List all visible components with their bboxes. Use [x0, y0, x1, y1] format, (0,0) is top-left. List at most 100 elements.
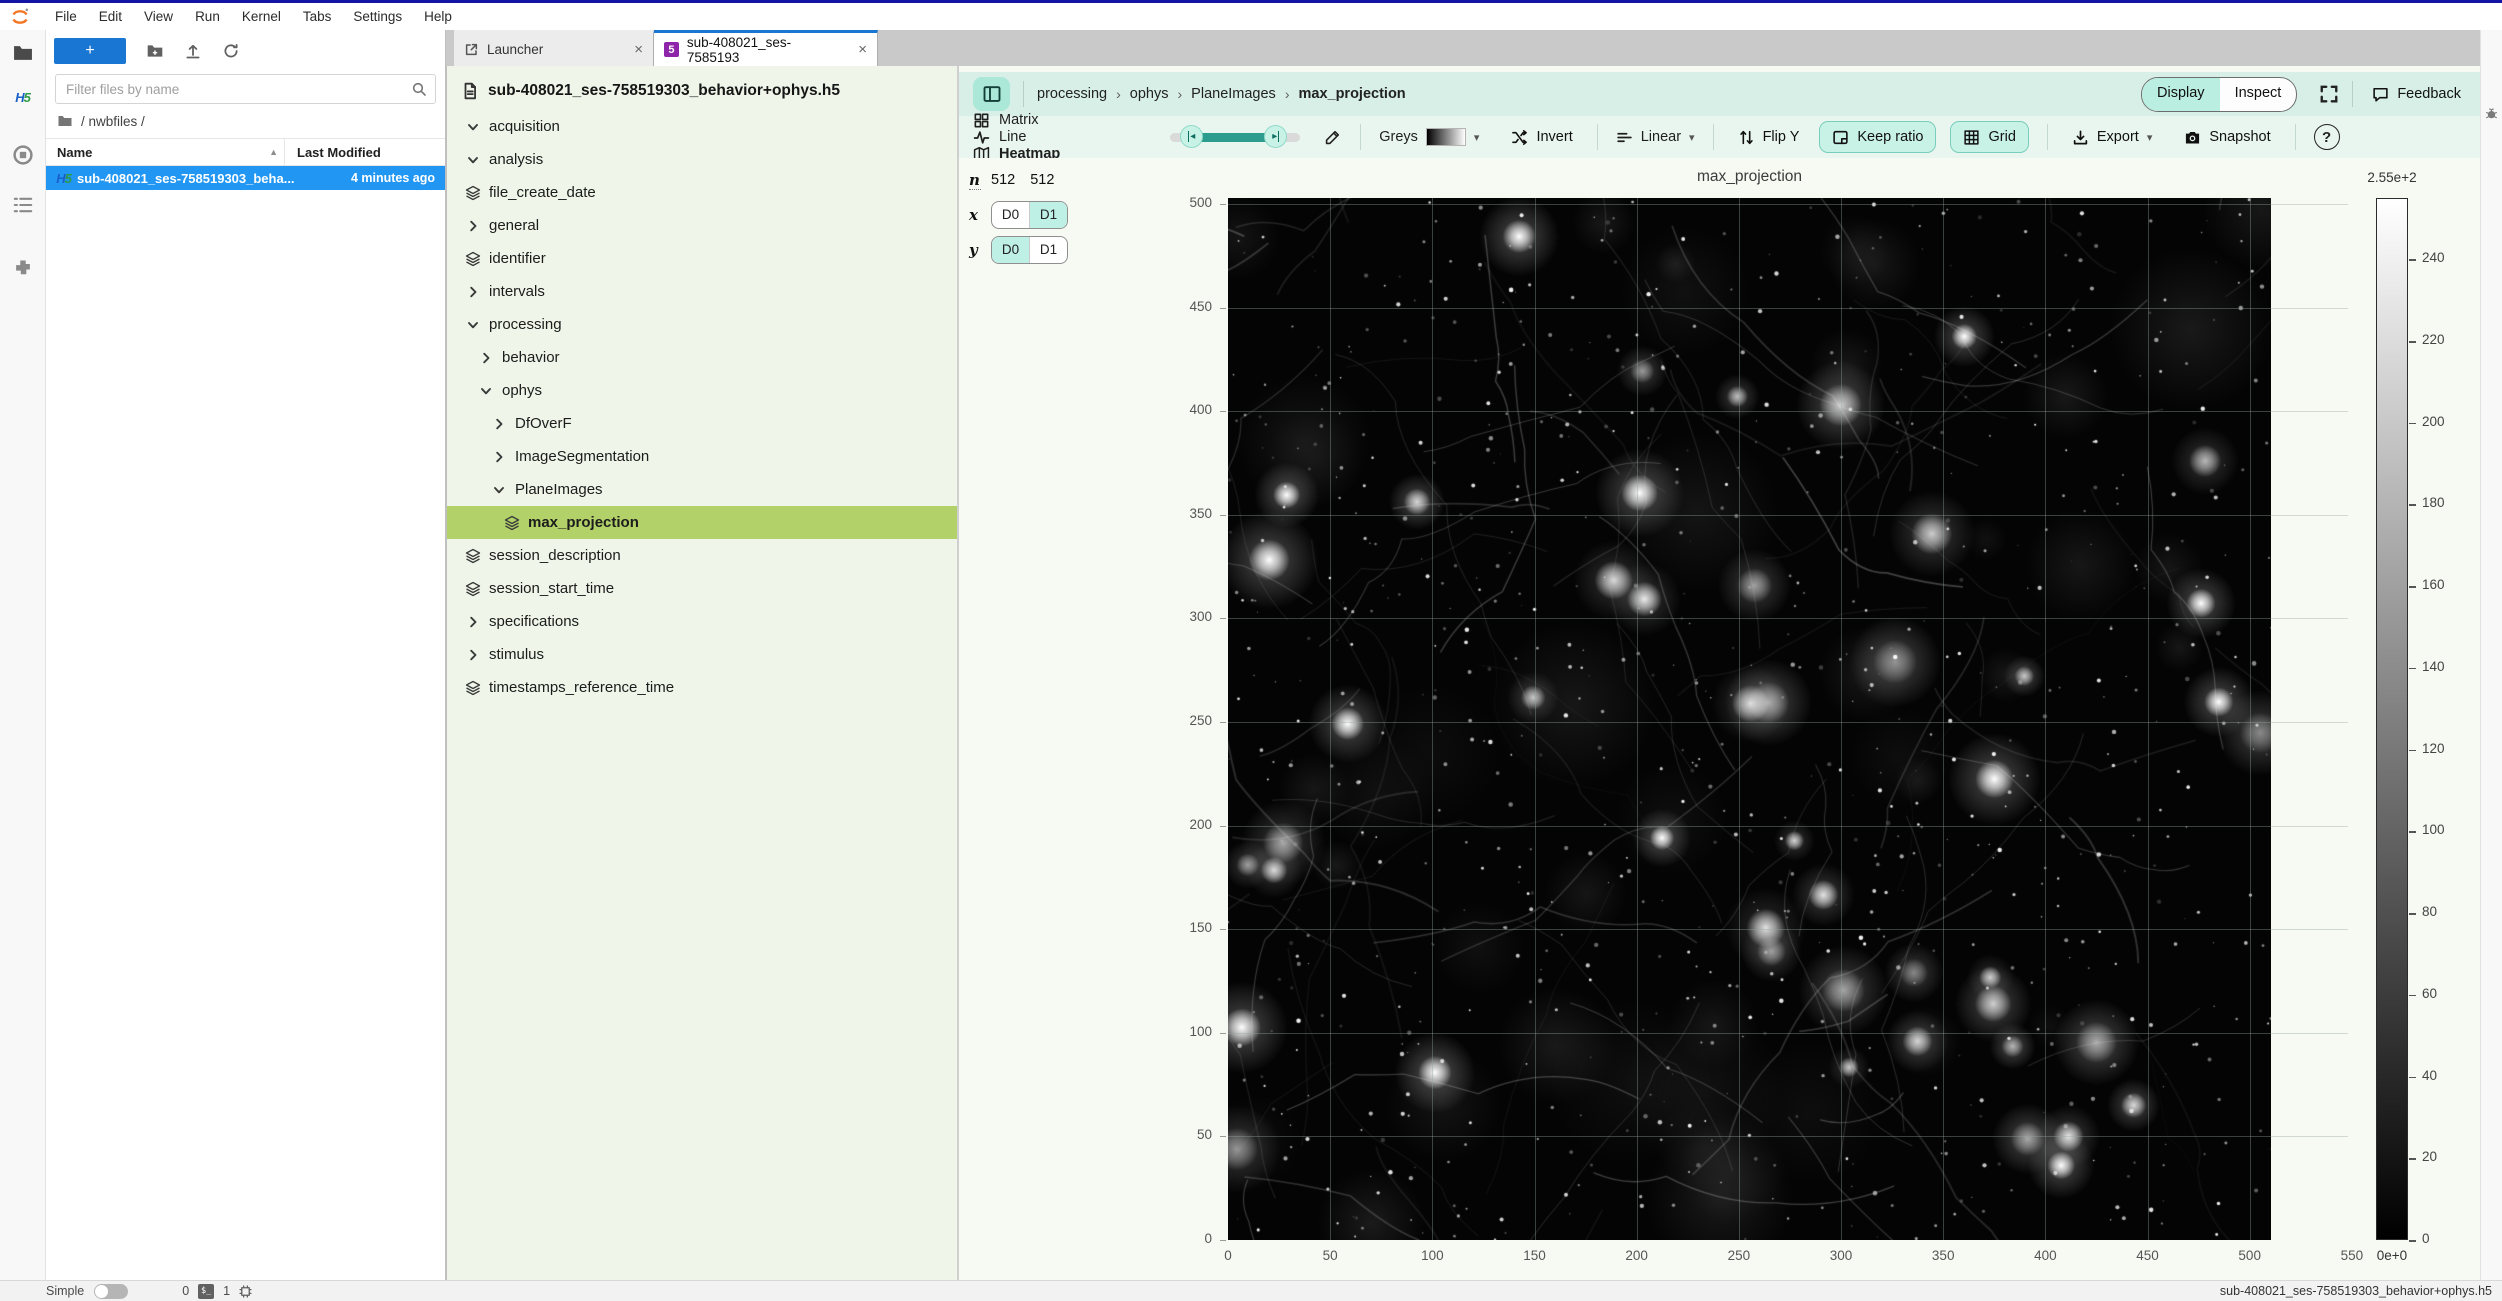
feedback-button[interactable]: Feedback [2366, 85, 2467, 104]
colorbar-tick-mark [2409, 423, 2416, 425]
breadcrumb-ophys[interactable]: ophys [1130, 86, 1169, 102]
snapshot-button[interactable]: Snapshot [2178, 128, 2276, 147]
breadcrumb-PlaneImages[interactable]: PlaneImages [1191, 86, 1276, 102]
colorbar[interactable] [2376, 198, 2408, 1240]
simple-mode-toggle[interactable] [94, 1284, 128, 1299]
tree-item-label: ophys [502, 382, 542, 399]
invert-icon [1511, 129, 1528, 146]
menu-item-kernel[interactable]: Kernel [231, 9, 292, 24]
menu-item-run[interactable]: Run [184, 9, 231, 24]
grid-toggle[interactable]: Grid [1950, 121, 2028, 153]
tree-item-intervals[interactable]: intervals [447, 275, 957, 308]
tree-item-general[interactable]: general [447, 209, 957, 242]
dim-option-D1[interactable]: D1 [1029, 237, 1067, 263]
menu-item-edit[interactable]: Edit [88, 9, 133, 24]
tree-item-identifier[interactable]: identifier [447, 242, 957, 275]
help-button[interactable]: ? [2314, 124, 2340, 150]
tree-item-PlaneImages[interactable]: PlaneImages [447, 473, 957, 506]
new-launcher-button[interactable]: + [54, 38, 126, 64]
tree-item-session_description[interactable]: session_description [447, 539, 957, 572]
terminal-icon[interactable]: $_ [198, 1284, 214, 1299]
tab-bar: Launcher×5sub-408021_ses-7585193× [446, 30, 2481, 66]
tree-item-file_create_date[interactable]: file_create_date [447, 176, 957, 209]
gridline [1637, 198, 1638, 1240]
keep-ratio-toggle[interactable]: Keep ratio [1819, 121, 1936, 153]
kernel-chip-icon[interactable] [238, 1284, 253, 1299]
running-sessions-icon[interactable] [12, 144, 34, 166]
colorbar-tick-mark [2409, 1077, 2416, 1079]
menu-item-help[interactable]: Help [413, 9, 463, 24]
tree-item-max_projection[interactable]: max_projection [447, 506, 957, 539]
dim-option-D0[interactable]: D0 [992, 202, 1029, 228]
filter-files-input[interactable] [55, 74, 436, 104]
vis-tab-line[interactable]: Line [959, 129, 1074, 146]
column-last-modified[interactable]: Last Modified [285, 145, 445, 160]
domain-slider[interactable]: ◂ ▸ [1170, 125, 1300, 149]
dim-size: 512 [991, 172, 1015, 188]
breadcrumb-processing[interactable]: processing [1037, 86, 1107, 102]
panel-icon [982, 84, 1002, 104]
tree-item-behavior[interactable]: behavior [447, 341, 957, 374]
menu-item-tabs[interactable]: Tabs [292, 9, 343, 24]
main-menu: FileEditViewRunKernelTabsSettingsHelp [44, 8, 463, 26]
menu-item-settings[interactable]: Settings [342, 9, 413, 24]
divider [1713, 124, 1714, 150]
vis-tab-matrix[interactable]: Matrix [959, 112, 1074, 129]
tree-item-analysis[interactable]: analysis [447, 143, 957, 176]
mode-display[interactable]: Display [2142, 78, 2220, 111]
tree-item-ophys[interactable]: ophys [447, 374, 957, 407]
chevron-down-icon [465, 152, 481, 168]
breadcrumb[interactable]: / nwbfiles / [46, 104, 445, 138]
tree-item-DfOverF[interactable]: DfOverF [447, 407, 957, 440]
new-folder-icon[interactable] [146, 42, 164, 60]
viewer-toolbar: MatrixLineHeatmap ◂ ▸ Greys ▾ Invert [959, 116, 2481, 158]
edit-domain-icon[interactable] [1324, 128, 1342, 146]
y-tick-mark [1220, 722, 1226, 723]
tree-item-processing[interactable]: processing [447, 308, 957, 341]
fullscreen-icon[interactable] [2319, 84, 2339, 104]
export-button[interactable]: Export ▾ [2066, 128, 2158, 147]
breadcrumb-max_projection[interactable]: max_projection [1298, 86, 1405, 102]
menu-item-file[interactable]: File [44, 9, 88, 24]
gridline [1228, 1136, 2348, 1137]
tab-sub-408021-ses-7585193[interactable]: 5sub-408021_ses-7585193× [654, 30, 878, 66]
toggle-explorer-button[interactable] [973, 77, 1010, 111]
mode-inspect[interactable]: Inspect [2220, 78, 2297, 111]
scale-selector[interactable]: Linear ▾ [1616, 129, 1695, 146]
file-row[interactable]: H5sub-408021_ses-758519303_beha...4 minu… [46, 166, 445, 190]
column-name[interactable]: Name ▲ [46, 145, 284, 160]
invert-colormap-button[interactable]: Invert [1505, 128, 1578, 147]
slider-handle-min[interactable]: ◂ [1180, 125, 1203, 148]
table-of-contents-icon[interactable] [12, 194, 34, 216]
tree-item-acquisition[interactable]: acquisition [447, 110, 957, 143]
bug-icon[interactable] [2484, 106, 2499, 121]
slider-handle-max[interactable]: ▸ [1264, 125, 1287, 148]
hdf5-browser-icon[interactable]: H5 [12, 86, 34, 108]
tree-item-timestamps_reference_time[interactable]: timestamps_reference_time [447, 671, 957, 704]
tree-item-label: intervals [489, 283, 545, 300]
external-link-icon [464, 42, 479, 57]
dim-option-D0[interactable]: D0 [992, 237, 1029, 263]
tree-item-ImageSegmentation[interactable]: ImageSegmentation [447, 440, 957, 473]
chevron-down-icon: ▾ [2147, 131, 2153, 144]
chevron-down-icon: ▾ [1474, 131, 1480, 144]
upload-icon[interactable] [184, 42, 202, 60]
close-icon[interactable]: × [626, 41, 643, 58]
menu-item-view[interactable]: View [133, 9, 184, 24]
refresh-icon[interactable] [222, 42, 240, 60]
colorbar-tick-mark [2409, 750, 2416, 752]
tab-launcher[interactable]: Launcher× [454, 30, 654, 66]
h5-file-title[interactable]: sub-408021_ses-758519303_behavior+ophys.… [447, 66, 957, 110]
chevron-down-icon [465, 119, 481, 135]
tree-item-session_start_time[interactable]: session_start_time [447, 572, 957, 605]
file-browser-icon[interactable] [12, 42, 34, 64]
heatmap-canvas[interactable] [1228, 198, 2271, 1240]
tree-item-specifications[interactable]: specifications [447, 605, 957, 638]
dim-option-D1[interactable]: D1 [1029, 202, 1067, 228]
extension-manager-icon[interactable] [12, 257, 34, 279]
flip-y-button[interactable]: Flip Y [1732, 128, 1806, 147]
close-icon[interactable]: × [850, 41, 867, 58]
tree-item-stimulus[interactable]: stimulus [447, 638, 957, 671]
colormap-selector[interactable]: Greys ▾ [1379, 128, 1479, 146]
gridline [1739, 198, 1740, 1240]
